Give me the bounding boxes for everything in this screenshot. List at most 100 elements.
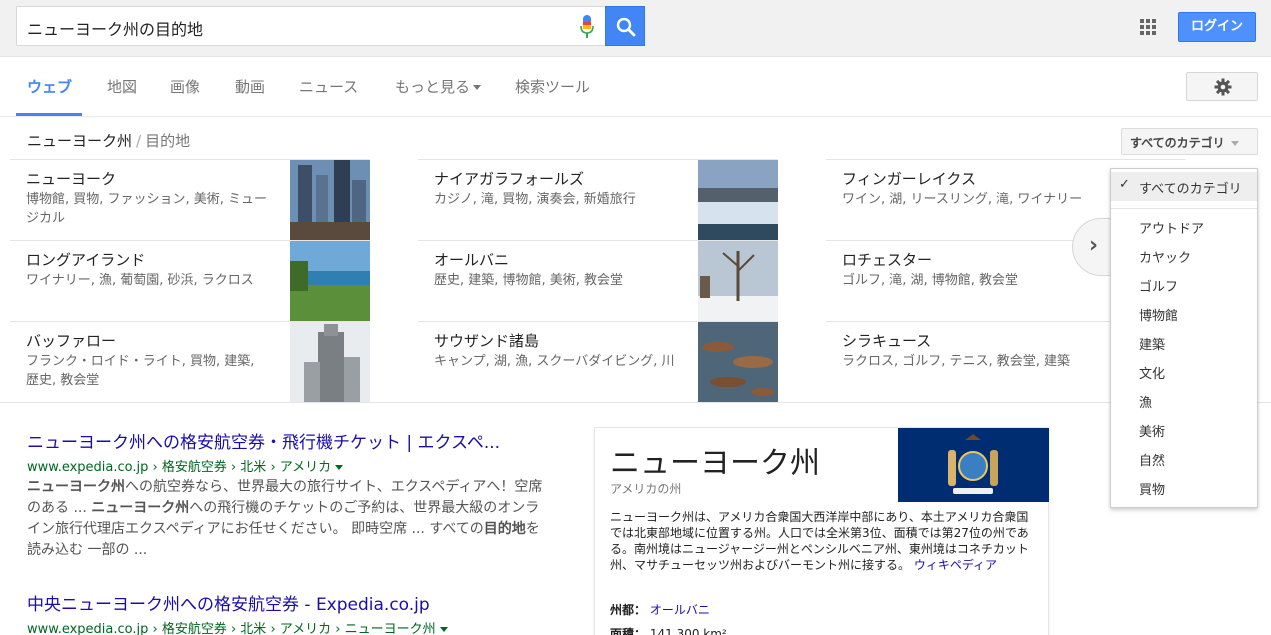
menu-item-fishing[interactable]: 漁 <box>1111 386 1257 415</box>
search-tabs: ウェブ 地図 画像 動画 ニュース もっと見る 検索ツール <box>0 57 1271 117</box>
destination-title: サウザンド諸島 <box>434 332 540 350</box>
kp-fact-area: 面積： 141,300 km² <box>610 625 727 635</box>
destination-thumbnail <box>290 322 370 403</box>
settings-button[interactable] <box>1186 72 1258 101</box>
destination-tags: フランク・ロイド・ライト, 買物, 建築, 歴史, 教会堂 <box>26 354 255 388</box>
destination-thumbnail <box>698 241 778 322</box>
top-bar: ニューヨーク州の目的地 ログイン <box>0 0 1271 57</box>
destination-thumbnail <box>290 160 370 241</box>
tab-search-tools[interactable]: 検索ツール <box>515 76 590 97</box>
active-tab-indicator <box>16 113 82 116</box>
destination-card[interactable]: バッファロー フランク・ロイド・ライト, 買物, 建築, 歴史, 教会堂 <box>10 321 370 403</box>
menu-item-kayak[interactable]: カヤック <box>1111 241 1257 270</box>
destination-tags: 博物館, 買物, ファッション, 美術, ミュージカル <box>26 192 268 226</box>
destination-card[interactable]: ロングアイランド ワイナリー, 漁, 葡萄園, 砂浜, ラクロス <box>10 240 370 322</box>
menu-divider <box>1111 208 1257 209</box>
kp-subtitle: アメリカの州 <box>610 482 682 496</box>
tab-more[interactable]: もっと見る <box>395 76 482 97</box>
destination-tags: キャンプ, 湖, 漁, スクーバダイビング, 川 <box>434 354 675 369</box>
destination-tags: カジノ, 滝, 買物, 演奏会, 新婚旅行 <box>434 192 636 207</box>
destination-title: ロングアイランド <box>26 251 146 269</box>
destination-thumbnail <box>698 322 778 403</box>
menu-item-outdoor[interactable]: アウトドア <box>1111 212 1257 241</box>
destination-tags: ラクロス, ゴルフ, テニス, 教会堂, 建築 <box>842 354 1071 369</box>
destination-carousel: ニューヨーク 博物館, 買物, ファッション, 美術, ミュージカル ナイアガラ… <box>10 159 1186 403</box>
kp-title: ニューヨーク州 <box>610 446 820 481</box>
tab-news[interactable]: ニュース <box>299 76 358 97</box>
destination-tags: 歴史, 建築, 博物館, 美術, 教会堂 <box>434 273 624 288</box>
category-menu: すべてのカテゴリ アウトドア カヤック ゴルフ 博物館 建築 文化 漁 美術 自… <box>1110 168 1258 508</box>
gear-icon <box>1214 78 1232 96</box>
login-button[interactable]: ログイン <box>1178 12 1256 42</box>
result-url: www.expedia.co.jp › 格安航空券 › 北米 › アメリカ <box>27 456 547 475</box>
wikipedia-link[interactable]: ウィキペディア <box>914 558 997 572</box>
result-url-text: www.expedia.co.jp › 格安航空券 › 北米 › アメリカ <box>27 460 332 475</box>
result-title-link[interactable]: ニューヨーク州への格安航空券・飛行機チケット | エクスペ... <box>27 428 547 453</box>
kp-fact-capital: 州都： オールバニ <box>610 601 710 618</box>
destination-title: バッファロー <box>26 332 117 350</box>
menu-item-art[interactable]: 美術 <box>1111 415 1257 444</box>
result-title-link[interactable]: 中央ニューヨーク州への格安航空券 - Expedia.co.jp <box>27 590 547 615</box>
search-result: 中央ニューヨーク州への格安航空券 - Expedia.co.jp www.exp… <box>27 590 547 635</box>
breadcrumb-separator: / <box>136 132 142 150</box>
breadcrumb-current: 目的地 <box>145 132 191 150</box>
search-input[interactable]: ニューヨーク州の目的地 <box>16 6 606 46</box>
chevron-down-icon[interactable] <box>335 465 344 470</box>
menu-item-all-categories[interactable]: すべてのカテゴリ <box>1111 172 1257 201</box>
destination-title: フィンガーレイクス <box>842 170 976 188</box>
kp-fact-value: 141,300 km² <box>649 627 727 635</box>
tab-web[interactable]: ウェブ <box>27 76 72 97</box>
destination-title: シラキュース <box>842 332 932 350</box>
kp-fact-label: 州都： <box>610 603 647 617</box>
menu-item-golf[interactable]: ゴルフ <box>1111 270 1257 299</box>
menu-item-shopping[interactable]: 買物 <box>1111 473 1257 502</box>
destination-title: ニューヨーク <box>26 170 117 188</box>
destination-thumbnail <box>290 241 370 322</box>
destination-tags: ワイナリー, 漁, 葡萄園, 砂浜, ラクロス <box>26 273 254 288</box>
search-result: ニューヨーク州への格安航空券・飛行機チケット | エクスペ... www.exp… <box>27 428 547 561</box>
search-icon <box>616 17 636 37</box>
knowledge-panel: ニューヨーク州 アメリカの州 ニューヨーク州は、アメリカ合衆国大西洋岸中部にあり… <box>594 427 1049 635</box>
state-flag-image[interactable] <box>898 428 1049 502</box>
search-query-text: ニューヨーク州の目的地 <box>27 20 204 39</box>
destination-tags: ワイン, 湖, リースリング, 滝, ワイナリー <box>842 192 1083 207</box>
snippet-highlight: ニューヨーク州 <box>27 479 125 495</box>
chevron-down-icon[interactable] <box>439 627 448 632</box>
snippet-highlight: 目的地 <box>483 521 526 537</box>
snippet-highlight: ニューヨーク州 <box>91 500 190 516</box>
tab-maps[interactable]: 地図 <box>107 76 137 97</box>
destination-title: ロチェスター <box>842 251 933 269</box>
destination-card[interactable]: ナイアガラフォールズ カジノ, 滝, 買物, 演奏会, 新婚旅行 <box>418 159 778 241</box>
chevron-down-icon <box>473 85 482 90</box>
kp-description: ニューヨーク州は、アメリカ合衆国大西洋岸中部にあり、本土アメリカ合衆国では北東部… <box>610 509 1035 573</box>
category-select-label: すべてのカテゴリ <box>1130 136 1225 150</box>
menu-item-museums[interactable]: 博物館 <box>1111 299 1257 328</box>
tab-more-label: もっと見る <box>395 78 471 96</box>
result-snippet: ニューヨーク州への航空券なら、世界最大の旅行サイト、エクスペディアへ！空席のある… <box>27 477 547 561</box>
kp-fact-label: 面積： <box>610 627 647 635</box>
chevron-down-icon <box>1230 141 1239 146</box>
search-button[interactable] <box>605 6 645 46</box>
menu-item-architecture[interactable]: 建築 <box>1111 328 1257 357</box>
destination-card[interactable]: オールバニ 歴史, 建築, 博物館, 美術, 教会堂 <box>418 240 778 322</box>
result-url-text: www.expedia.co.jp › 格安航空券 › 北米 › アメリカ › … <box>27 622 436 635</box>
kp-fact-value-link[interactable]: オールバニ <box>650 603 710 617</box>
menu-item-culture[interactable]: 文化 <box>1111 357 1257 386</box>
tab-images[interactable]: 画像 <box>170 76 200 97</box>
breadcrumb: ニューヨーク州 / 目的地 <box>27 130 190 151</box>
destination-thumbnail <box>698 160 778 241</box>
tab-videos[interactable]: 動画 <box>235 76 265 97</box>
microphone-icon[interactable] <box>580 15 594 39</box>
apps-grid-icon[interactable] <box>1140 19 1156 35</box>
menu-item-nature[interactable]: 自然 <box>1111 444 1257 473</box>
chevron-right-icon: › <box>1089 233 1099 258</box>
category-select[interactable]: すべてのカテゴリ <box>1121 128 1258 155</box>
destination-card[interactable]: ニューヨーク 博物館, 買物, ファッション, 美術, ミュージカル <box>10 159 370 241</box>
destination-tags: ゴルフ, 滝, 湖, 博物館, 教会堂 <box>842 273 1019 288</box>
destination-title: ナイアガラフォールズ <box>434 170 585 188</box>
destination-card[interactable]: サウザンド諸島 キャンプ, 湖, 漁, スクーバダイビング, 川 <box>418 321 778 403</box>
breadcrumb-parent[interactable]: ニューヨーク州 <box>27 132 132 150</box>
destination-title: オールバニ <box>434 251 510 269</box>
divider <box>0 402 1271 403</box>
result-url: www.expedia.co.jp › 格安航空券 › 北米 › アメリカ › … <box>27 618 547 635</box>
